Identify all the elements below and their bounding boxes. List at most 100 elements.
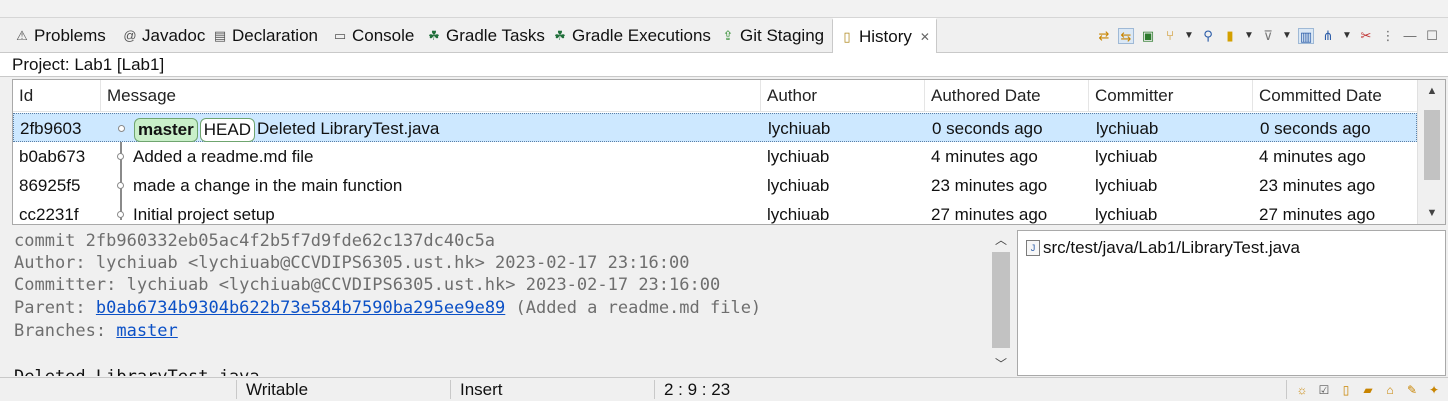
commit-committer: lychiuab (1095, 147, 1158, 166)
commit-message: Initial project setup (133, 205, 275, 224)
cursor-position: 2 : 9 : 23 (664, 380, 731, 399)
column-header-message[interactable]: Message (101, 80, 761, 112)
link-with-editor-icon[interactable]: ⇆ (1118, 27, 1134, 44)
view-menu-icon[interactable]: ⋮ (1380, 28, 1396, 44)
show-branches-icon[interactable]: ⑂ (1162, 28, 1178, 44)
javadoc-icon: @ (123, 27, 137, 43)
link-with-selection-icon[interactable]: ⇄ (1096, 28, 1112, 44)
chevron-down-icon[interactable]: ▼ (1184, 28, 1194, 44)
commit-message: made a change in the main function (133, 176, 403, 195)
lightbulb-icon[interactable]: ☼ (1294, 382, 1310, 398)
column-header-author[interactable]: Author (761, 80, 925, 112)
table-row[interactable]: cc2231f Initial project setup lychiuab 2… (13, 200, 1417, 224)
chevron-up-icon[interactable]: ▲ (1418, 82, 1446, 100)
branch-ref-badge[interactable]: master (134, 117, 198, 142)
tab-gradle-executions[interactable]: ☘ Gradle Executions (546, 18, 717, 53)
console-icon: ▭ (333, 27, 347, 43)
tab-label: History (859, 27, 912, 46)
history-icon: ▯ (843, 29, 851, 44)
tab-git-staging[interactable]: ⇪ Git Staging (714, 18, 830, 53)
commit-committed-date: 23 minutes ago (1259, 176, 1376, 195)
chevron-down-icon[interactable]: ▼ (1282, 28, 1292, 44)
book-icon[interactable]: ▯ (1338, 382, 1354, 398)
tab-javadoc[interactable]: @ Javadoc (116, 18, 211, 53)
tab-history[interactable]: ▯ History ✕ (832, 18, 937, 54)
scrollbar-thumb[interactable] (992, 252, 1010, 348)
column-header-authored-date[interactable]: Authored Date (925, 80, 1089, 112)
declaration-icon: ▤ (213, 27, 227, 43)
chevron-down-icon[interactable]: ▼ (1342, 28, 1352, 44)
top-strip (0, 0, 1448, 18)
head-ref-badge[interactable]: HEAD (199, 117, 255, 142)
pin-view-icon[interactable]: ▣ (1140, 28, 1156, 44)
chevron-down-icon[interactable]: ﹀ (988, 354, 1014, 374)
tab-label: Gradle Executions (572, 25, 711, 45)
divider (236, 380, 237, 399)
commit-id: b0ab673 (19, 147, 86, 166)
layout-icon[interactable]: ▥ (1298, 27, 1314, 44)
chevron-down-icon[interactable]: ▼ (1244, 28, 1254, 44)
tutorial-icon[interactable]: ▰ (1360, 382, 1376, 398)
tab-label: Gradle Tasks (446, 25, 545, 45)
show-all-icon[interactable]: ✂ (1358, 28, 1374, 44)
branch-link[interactable]: master (116, 321, 177, 341)
table-row[interactable]: 2fb9603 master HEAD Deleted LibraryTest.ja… (13, 113, 1417, 142)
tab-declaration[interactable]: ▤ Declaration (206, 18, 324, 53)
compare-mode-icon[interactable]: ⋔ (1320, 28, 1336, 44)
commit-id: 86925f5 (19, 176, 81, 195)
tab-problems[interactable]: ⚠ Problems (8, 18, 112, 53)
column-header-committer[interactable]: Committer (1089, 80, 1253, 112)
status-icons: ☼ ☑ ▯ ▰ ⌂ ✎ ✦ (1294, 380, 1442, 399)
tab-gradle-tasks[interactable]: ☘ Gradle Tasks (420, 18, 551, 53)
tab-label: Git Staging (740, 25, 825, 45)
commit-message-cell: master HEAD Deleted LibraryTest.java (132, 114, 762, 143)
parent-label: Parent: (14, 298, 96, 318)
chevron-up-icon[interactable]: ︿ (988, 230, 1014, 250)
search-icon[interactable]: ⚲ (1200, 28, 1216, 44)
commit-message: Deleted LibraryTest.java (257, 119, 440, 138)
column-header-id[interactable]: Id (13, 80, 101, 112)
branches-line: Branches: master (14, 320, 178, 343)
writable-status: Writable (246, 380, 309, 399)
commit-committed-date: 4 minutes ago (1259, 147, 1366, 166)
commit-authored-date: 4 minutes ago (931, 147, 1038, 166)
tab-console[interactable]: ▭ Console (326, 18, 420, 53)
tab-label: Declaration (232, 25, 318, 45)
repository-icon[interactable]: ▮ (1222, 28, 1238, 44)
table-row[interactable]: 86925f5 made a change in the main functi… (13, 171, 1417, 200)
author-line: Author: lychiuab <lychiuab@CCVDIPS6305.u… (14, 253, 690, 273)
tab-label: Problems (34, 25, 106, 45)
branches-label: Branches: (14, 321, 117, 341)
chevron-down-icon[interactable]: ▼ (1418, 204, 1446, 222)
flame-icon[interactable]: ✦ (1426, 382, 1442, 398)
project-label: Project: Lab1 [Lab1] (0, 53, 1448, 77)
commit-full-message: Deleted LibraryTest.java (14, 366, 260, 376)
history-toolbar: ⇄ ⇆ ▣ ⑂ ▼ ⚲ ▮ ▼ ⊽ ▼ ▥ ⋔ ▼ ✂ ⋮ — ☐ (1096, 18, 1440, 53)
wand-icon[interactable]: ✎ (1404, 382, 1420, 398)
insert-mode-status: Insert (460, 380, 503, 399)
maximize-icon[interactable]: ☐ (1424, 28, 1440, 44)
table-row[interactable]: b0ab673 Added a readme.md file lychiuab … (13, 142, 1417, 171)
column-header-committed-date[interactable]: Committed Date (1253, 80, 1417, 112)
commit-author: lychiuab (767, 205, 830, 224)
tasks-icon[interactable]: ☑ (1316, 382, 1332, 398)
close-tab-icon[interactable]: ✕ (920, 30, 930, 44)
list-item[interactable]: J src/test/java/Lab1/LibraryTest.java (1026, 237, 1300, 259)
gradle-icon: ☘ (554, 27, 566, 43)
commit-table-scrollbar[interactable]: ▲ ▼ (1417, 80, 1445, 224)
status-bar: Writable Insert 2 : 9 : 23 ☼ ☑ ▯ ▰ ⌂ ✎ ✦ (0, 377, 1448, 400)
table-header: Id Message Author Authored Date Committe… (13, 80, 1417, 112)
parent-commit-link[interactable]: b0ab6734b9304b622b73e584b7590ba295ee9e89 (96, 298, 505, 318)
details-scrollbar[interactable]: ︿ ﹀ (988, 230, 1014, 376)
commit-hash-line: commit 2fb960332eb05ac4f2b5f7d9fde62c137… (14, 231, 496, 251)
commit-committed-date: 0 seconds ago (1260, 119, 1371, 138)
scrollbar-thumb[interactable] (1424, 110, 1440, 180)
problems-icon: ⚠ (16, 27, 28, 43)
commit-message: Added a readme.md file (133, 147, 314, 166)
minimize-icon[interactable]: — (1402, 28, 1418, 44)
filter-icon[interactable]: ⊽ (1260, 28, 1276, 44)
java-file-icon: J (1026, 240, 1040, 256)
commit-node-icon (118, 125, 125, 132)
graduation-cap-icon[interactable]: ⌂ (1382, 382, 1398, 398)
commit-author: lychiuab (767, 147, 830, 166)
